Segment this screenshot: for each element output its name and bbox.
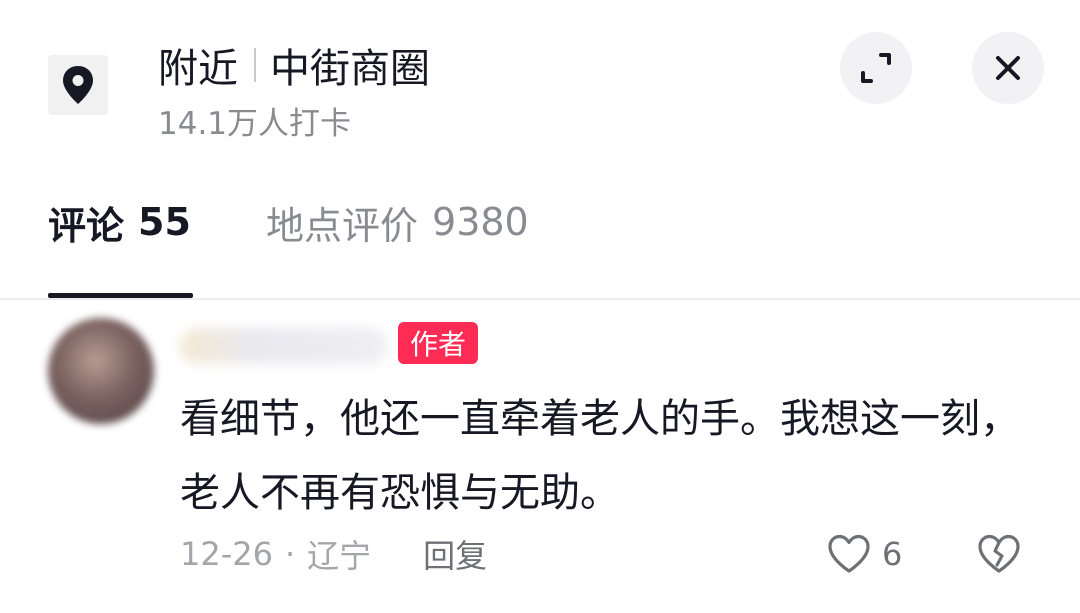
tab-reviews-label: 地点评价	[266, 203, 419, 248]
title-divider	[254, 48, 256, 82]
avatar[interactable]	[48, 318, 154, 424]
username-blurred[interactable]	[180, 328, 388, 364]
meta-separator: ·	[284, 535, 296, 573]
comment-region: 辽宁	[307, 537, 372, 575]
tab-reviews-count: 9380	[432, 200, 529, 244]
close-button[interactable]	[972, 32, 1044, 104]
comment-text[interactable]: 看细节，他还一直牵着老人的手。我想这一刻，老人不再有恐惧与无助。	[180, 382, 1020, 530]
dislike-button[interactable]	[974, 530, 1024, 578]
place-title: 附近 中街商圈	[158, 38, 430, 92]
expand-icon	[861, 53, 891, 83]
comment-date: 12-26	[180, 535, 273, 573]
heart-outline-icon	[828, 534, 870, 573]
tab-comments-count: 55	[138, 200, 191, 244]
expand-button[interactable]	[840, 32, 912, 104]
reply-button[interactable]: 回复	[423, 531, 487, 577]
location-header: 附近 中街商圈 14.1万人打卡	[0, 0, 1080, 160]
tab-bar: 评论 55 地点评价 9380	[0, 190, 1080, 300]
like-button[interactable]: 6	[826, 530, 902, 578]
close-icon	[996, 56, 1020, 80]
tab-place-reviews[interactable]: 地点评价 9380	[266, 190, 529, 254]
broken-heart-icon	[978, 534, 1020, 573]
nearby-label: 附近	[158, 46, 238, 92]
tab-comments[interactable]: 评论 55	[48, 190, 191, 254]
checkin-count: 14.1万人打卡	[158, 106, 352, 142]
comment-meta: 12-26 · 辽宁 回复	[180, 530, 487, 578]
author-badge: 作者	[398, 322, 479, 364]
place-name: 中街商圈	[270, 46, 430, 92]
location-pin-icon	[48, 55, 108, 115]
divider	[0, 298, 1080, 300]
like-count: 6	[882, 535, 903, 573]
tab-comments-label: 评论	[48, 203, 125, 248]
